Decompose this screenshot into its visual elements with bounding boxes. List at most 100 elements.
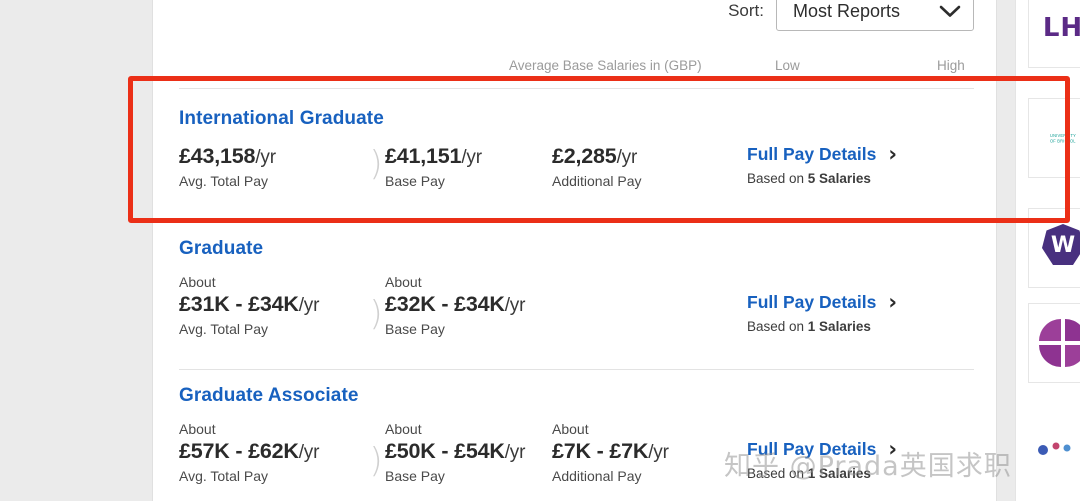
- additional-pay-value: £2,285: [552, 144, 617, 168]
- watermark-dots-icon: [1038, 442, 1071, 455]
- card-divider: [179, 369, 974, 370]
- sort-bar: Sort: Most Reports: [153, 0, 998, 34]
- total-pay-label: Avg. Total Pay: [179, 321, 268, 337]
- additional-pay-amount: £7K - £7K/yr: [552, 439, 747, 464]
- additional-pay-unit: /yr: [648, 442, 669, 463]
- based-on-prefix: Based on: [747, 466, 808, 481]
- based-on-text: Based on 1 Salaries: [747, 466, 947, 481]
- additional-pay-label: Additional Pay: [552, 173, 642, 189]
- base-pay-amount: £50K - £54K/yr: [385, 439, 552, 464]
- details-column: Full Pay Details › Based on 1 Salaries: [747, 421, 947, 482]
- total-pay-amount: £31K - £34K/yr: [179, 292, 385, 317]
- full-pay-details-label: Full Pay Details: [747, 292, 877, 312]
- column-header-average: Average Base Salaries in (GBP): [509, 58, 702, 73]
- pay-row: £43,158/yr Avg. Total Pay ) £41,151/yr B…: [179, 144, 974, 190]
- total-pay-amount: £43,158/yr: [179, 144, 385, 169]
- based-on-count: 1 Salaries: [807, 466, 871, 481]
- column-separator-icon: ): [369, 144, 383, 184]
- full-pay-details-label: Full Pay Details: [747, 439, 877, 459]
- full-pay-details-link[interactable]: Full Pay Details ›: [747, 144, 947, 165]
- full-pay-details-label: Full Pay Details: [747, 144, 877, 164]
- card-divider: [179, 88, 974, 89]
- based-on-prefix: Based on: [747, 319, 808, 334]
- total-pay-unit: /yr: [255, 147, 276, 168]
- base-pay-value: £32K - £34K: [385, 292, 505, 316]
- total-pay-unit: /yr: [298, 295, 320, 316]
- base-pay-label: Base Pay: [385, 321, 445, 337]
- job-title-link[interactable]: International Graduate: [179, 108, 974, 130]
- based-on-count: 5 Salaries: [807, 171, 871, 186]
- salary-card[interactable]: International Graduate £43,158/yr Avg. T…: [179, 108, 974, 189]
- salary-card[interactable]: Graduate About £31K - £34K/yr Avg. Total…: [179, 238, 974, 337]
- total-pay-column: £43,158/yr Avg. Total Pay ): [179, 144, 385, 189]
- base-pay-column: £41,151/yr Base Pay: [385, 144, 552, 189]
- teal-wordmark-logo: UNIVERSITY OF BRISTOL: [1049, 132, 1076, 144]
- job-title-link[interactable]: Graduate Associate: [179, 385, 974, 407]
- based-on-count: 1 Salaries: [807, 319, 871, 334]
- details-column: Full Pay Details › Based on 5 Salaries: [747, 144, 947, 187]
- base-pay-unit: /yr: [504, 442, 526, 463]
- base-pay-column: About £32K - £34K/yr Base Pay: [385, 274, 747, 337]
- column-separator-icon: ): [369, 441, 383, 481]
- column-separator-icon: ): [369, 294, 383, 334]
- pay-row: About £57K - £62K/yr Avg. Total Pay ) Ab…: [179, 421, 974, 484]
- pinwheel-logo: [1037, 317, 1080, 369]
- base-pay-about-label: About: [385, 421, 422, 437]
- base-pay-amount: £32K - £34K/yr: [385, 292, 747, 317]
- base-pay-unit: /yr: [504, 295, 526, 316]
- additional-pay-amount: £2,285/yr: [552, 144, 747, 169]
- based-on-text: Based on 5 Salaries: [747, 171, 947, 186]
- sort-label: Sort:: [728, 1, 764, 20]
- total-pay-label: Avg. Total Pay: [179, 468, 268, 484]
- total-pay-column: About £57K - £62K/yr Avg. Total Pay ): [179, 421, 385, 484]
- company-logo-card-lh[interactable]: LH: [1028, 0, 1080, 68]
- sort-selected-value: Most Reports: [793, 0, 901, 21]
- total-pay-about-label: About: [179, 274, 216, 290]
- salary-results-panel: Sort: Most Reports Average Base Salaries…: [152, 0, 997, 501]
- total-pay-amount: £57K - £62K/yr: [179, 439, 385, 464]
- base-pay-value: £50K - £54K: [385, 439, 505, 463]
- w-badge-logo: W: [1040, 223, 1080, 274]
- salary-card[interactable]: Graduate Associate About £57K - £62K/yr …: [179, 385, 974, 484]
- w-badge-letter: W: [1050, 233, 1076, 258]
- additional-pay-about-label: About: [552, 421, 589, 437]
- based-on-prefix: Based on: [747, 171, 808, 186]
- additional-pay-unit: /yr: [616, 147, 638, 168]
- job-title-link[interactable]: Graduate: [179, 238, 974, 260]
- lh-logo: LH: [1042, 13, 1080, 43]
- base-pay-unit: /yr: [461, 147, 482, 168]
- additional-pay-label: Additional Pay: [552, 468, 642, 484]
- total-pay-label: Avg. Total Pay: [179, 173, 268, 189]
- total-pay-value: £43,158: [179, 144, 256, 168]
- card-divider: [179, 222, 974, 223]
- base-pay-column: About £50K - £54K/yr Base Pay: [385, 421, 552, 484]
- total-pay-unit: /yr: [298, 442, 320, 463]
- additional-pay-value: £7K - £7K: [552, 439, 649, 463]
- chevron-right-icon: ›: [888, 142, 898, 166]
- base-pay-label: Base Pay: [385, 468, 445, 484]
- additional-pay-column: About £7K - £7K/yr Additional Pay: [552, 421, 747, 484]
- company-logo-rail: LH UNIVERSITY OF BRISTOL W: [1015, 0, 1080, 501]
- based-on-text: Based on 1 Salaries: [747, 319, 947, 334]
- chevron-down-icon: [939, 4, 961, 18]
- chevron-right-icon: ›: [888, 290, 898, 314]
- total-pay-value: £57K - £62K: [179, 439, 299, 463]
- total-pay-value: £31K - £34K: [179, 292, 299, 316]
- full-pay-details-link[interactable]: Full Pay Details ›: [747, 439, 947, 460]
- column-header-strip: Average Base Salaries in (GBP) Low High: [153, 58, 998, 80]
- company-logo-card-pinwheel[interactable]: [1028, 303, 1080, 383]
- chevron-right-icon: ›: [888, 437, 898, 461]
- company-logo-card-w[interactable]: W: [1028, 208, 1080, 288]
- full-pay-details-link[interactable]: Full Pay Details ›: [747, 292, 947, 313]
- additional-pay-column: £2,285/yr Additional Pay: [552, 144, 747, 189]
- base-pay-about-label: About: [385, 274, 422, 290]
- sort-dropdown[interactable]: Most Reports: [776, 0, 974, 31]
- pay-row: About £31K - £34K/yr Avg. Total Pay ) Ab…: [179, 274, 974, 337]
- base-pay-value: £41,151: [385, 144, 462, 168]
- column-header-high: High: [937, 58, 965, 73]
- total-pay-about-label: About: [179, 421, 216, 437]
- base-pay-label: Base Pay: [385, 173, 445, 189]
- base-pay-amount: £41,151/yr: [385, 144, 552, 169]
- column-header-low: Low: [775, 58, 800, 73]
- company-logo-card-teal[interactable]: UNIVERSITY OF BRISTOL: [1028, 98, 1080, 178]
